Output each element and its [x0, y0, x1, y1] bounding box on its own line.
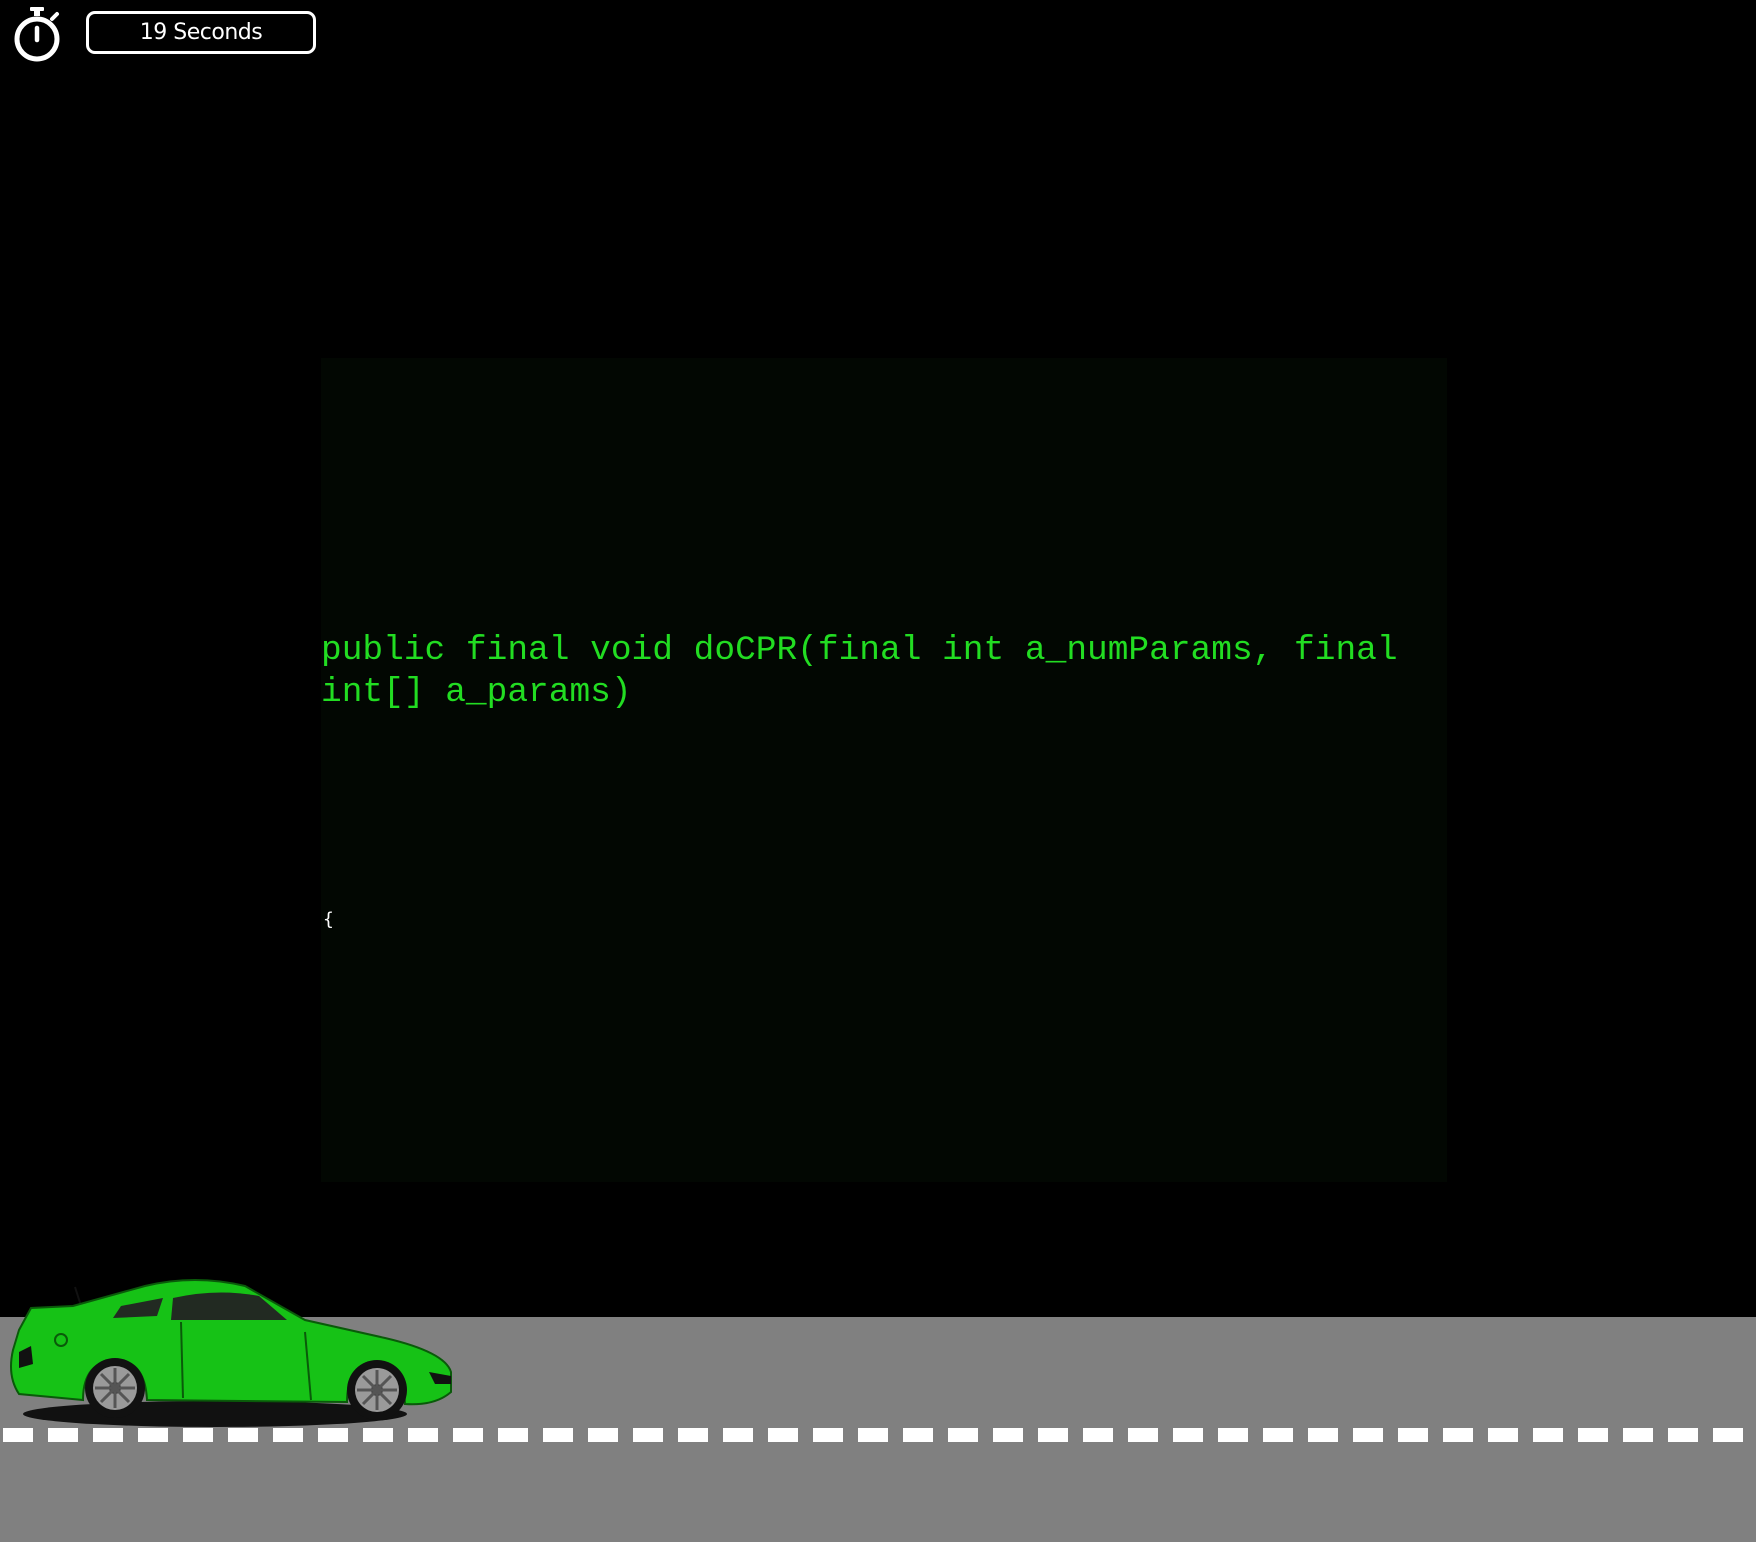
lane-dash: [588, 1428, 618, 1442]
green-sports-car-icon: [10, 1279, 452, 1427]
lane-dash: [138, 1428, 168, 1442]
lane-dash: [318, 1428, 348, 1442]
lane-markings: [3, 1428, 1743, 1442]
lane-dash: [1083, 1428, 1113, 1442]
lane-dash: [993, 1428, 1023, 1442]
lane-dash: [678, 1428, 708, 1442]
lane-dash: [1353, 1428, 1383, 1442]
lane-dash: [543, 1428, 573, 1442]
lane-dash: [1173, 1428, 1203, 1442]
lane-dash: [498, 1428, 528, 1442]
lane-dash: [363, 1428, 393, 1442]
lane-dash: [273, 1428, 303, 1442]
timer-label: 19 Seconds: [139, 20, 263, 45]
lane-dash: [1308, 1428, 1338, 1442]
lane-dash: [1578, 1428, 1608, 1442]
lane-dash: [1623, 1428, 1653, 1442]
lane-dash: [1398, 1428, 1428, 1442]
lane-dash: [768, 1428, 798, 1442]
lane-dash: [723, 1428, 753, 1442]
stopwatch-icon: [14, 7, 60, 62]
code-panel[interactable]: public final void doCPR(final int a_numP…: [321, 358, 1447, 1182]
lane-dash: [633, 1428, 663, 1442]
lane-dash: [813, 1428, 843, 1442]
lane-dash: [3, 1428, 33, 1442]
lane-dash: [1713, 1428, 1743, 1442]
lane-dash: [1533, 1428, 1563, 1442]
lane-dash: [1263, 1428, 1293, 1442]
lane-dash: [948, 1428, 978, 1442]
lane-dash: [228, 1428, 258, 1442]
lane-dash: [903, 1428, 933, 1442]
lane-dash: [1218, 1428, 1248, 1442]
lane-dash: [408, 1428, 438, 1442]
lane-dash: [1668, 1428, 1698, 1442]
lane-dash: [93, 1428, 123, 1442]
next-code-line: {: [323, 909, 334, 930]
lane-dash: [1443, 1428, 1473, 1442]
lane-dash: [1038, 1428, 1068, 1442]
current-code-line: public final void doCPR(final int a_numP…: [321, 631, 1398, 712]
lane-dash: [858, 1428, 888, 1442]
lane-dash: [453, 1428, 483, 1442]
lane-dash: [48, 1428, 78, 1442]
lane-dash: [1488, 1428, 1518, 1442]
lane-dash: [183, 1428, 213, 1442]
typing-race-screen: 19 Seconds public final void doCPR(final…: [0, 0, 1756, 1542]
lane-dash: [1128, 1428, 1158, 1442]
timer-display: 19 Seconds: [86, 11, 316, 54]
